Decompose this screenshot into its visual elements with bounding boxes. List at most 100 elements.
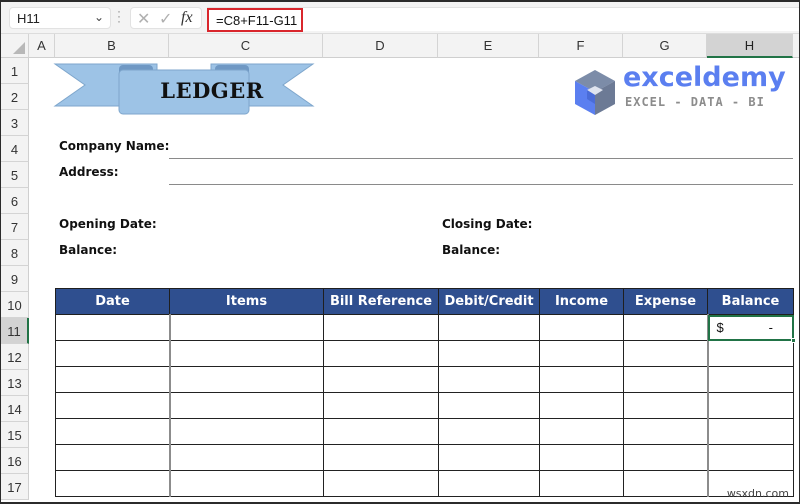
row-header-6[interactable]: 6 bbox=[1, 188, 29, 214]
row-header-9[interactable]: 9 bbox=[1, 266, 29, 292]
cell-items[interactable] bbox=[168, 470, 324, 497]
formula-bar: H11 ⌄ · · · ✕ ✓ fx =C8+F11-G11 bbox=[1, 2, 799, 34]
row-header-13[interactable]: 13 bbox=[1, 370, 29, 396]
row-header-12[interactable]: 12 bbox=[1, 344, 29, 370]
cell-date[interactable] bbox=[55, 366, 170, 393]
cell-bill-reference[interactable] bbox=[323, 340, 439, 367]
cell-balance[interactable] bbox=[706, 418, 794, 445]
cell-date[interactable] bbox=[55, 418, 170, 445]
cell-balance[interactable] bbox=[706, 392, 794, 419]
closing-balance-label: Balance: bbox=[442, 243, 501, 257]
column-header-f[interactable]: F bbox=[539, 34, 623, 58]
row-header-10[interactable]: 10 bbox=[1, 292, 29, 318]
name-box[interactable]: H11 ⌄ bbox=[9, 7, 111, 29]
name-box-value: H11 bbox=[17, 11, 40, 26]
column-header-d[interactable]: D bbox=[323, 34, 438, 58]
cell-date[interactable] bbox=[55, 444, 170, 471]
row-header-7[interactable]: 7 bbox=[1, 214, 29, 240]
cell-bill-reference[interactable] bbox=[323, 470, 439, 497]
cell-bill-reference[interactable] bbox=[323, 418, 439, 445]
cell-expense[interactable] bbox=[623, 444, 708, 471]
ledger-title: LEDGER bbox=[160, 78, 264, 103]
row-header-1[interactable]: 1 bbox=[1, 58, 29, 84]
cell-date[interactable] bbox=[55, 340, 170, 367]
cell-debit-credit[interactable] bbox=[438, 470, 540, 497]
cell-bill-reference[interactable] bbox=[323, 314, 439, 341]
cell-balance[interactable] bbox=[706, 340, 794, 367]
header-expense: Expense bbox=[623, 288, 708, 315]
cell-income[interactable] bbox=[539, 314, 624, 341]
cancel-icon[interactable]: ✕ bbox=[137, 9, 150, 29]
row-header-4[interactable]: 4 bbox=[1, 136, 29, 162]
table-row bbox=[55, 340, 794, 367]
cell-expense[interactable] bbox=[623, 418, 708, 445]
column-header-b[interactable]: B bbox=[55, 34, 169, 58]
column-header-c[interactable]: C bbox=[169, 34, 323, 58]
row-header-16[interactable]: 16 bbox=[1, 448, 29, 474]
cell-debit-credit[interactable] bbox=[438, 366, 540, 393]
row-header-5[interactable]: 5 bbox=[1, 162, 29, 188]
cell-debit-credit[interactable] bbox=[438, 314, 540, 341]
cell-date[interactable] bbox=[55, 392, 170, 419]
fill-handle[interactable] bbox=[791, 338, 796, 343]
cell-bill-reference[interactable] bbox=[323, 366, 439, 393]
insert-function-icon[interactable]: fx bbox=[181, 9, 193, 27]
cell-debit-credit[interactable] bbox=[438, 444, 540, 471]
cell-items[interactable] bbox=[168, 366, 324, 393]
table-row bbox=[55, 470, 794, 497]
cell-income[interactable] bbox=[539, 418, 624, 445]
cell-bill-reference[interactable] bbox=[323, 392, 439, 419]
cell-date[interactable] bbox=[55, 314, 170, 341]
row-header-2[interactable]: 2 bbox=[1, 84, 29, 110]
cell-expense[interactable] bbox=[623, 470, 708, 497]
cell-expense[interactable] bbox=[623, 340, 708, 367]
cell-items[interactable] bbox=[168, 392, 324, 419]
logo-cube-icon bbox=[575, 70, 615, 115]
ledger-table: Date Items Bill Reference Debit/Credit I… bbox=[55, 288, 796, 497]
more-options-icon[interactable]: · · · bbox=[117, 5, 121, 27]
row-header-3[interactable]: 3 bbox=[1, 110, 29, 136]
cell-items[interactable] bbox=[168, 314, 324, 341]
closing-date-label: Closing Date: bbox=[442, 217, 533, 231]
cell-balance[interactable] bbox=[706, 366, 794, 393]
cell-debit-credit[interactable] bbox=[438, 392, 540, 419]
column-header-h[interactable]: H bbox=[707, 34, 793, 58]
active-cell-balance[interactable]: $ - bbox=[706, 314, 796, 343]
select-all-button[interactable] bbox=[1, 34, 29, 58]
column-header-e[interactable]: E bbox=[438, 34, 539, 58]
header-balance: Balance bbox=[707, 288, 794, 315]
cell-debit-credit[interactable] bbox=[438, 418, 540, 445]
row-header-15[interactable]: 15 bbox=[1, 422, 29, 448]
cell-expense[interactable] bbox=[623, 392, 708, 419]
header-debit-credit: Debit/Credit bbox=[438, 288, 540, 315]
row-header-11[interactable]: 11 bbox=[1, 318, 29, 344]
column-header-g[interactable]: G bbox=[623, 34, 707, 58]
cell-items[interactable] bbox=[168, 418, 324, 445]
row-header-14[interactable]: 14 bbox=[1, 396, 29, 422]
column-header-a[interactable]: A bbox=[29, 34, 55, 58]
cell-income[interactable] bbox=[539, 340, 624, 367]
cell-date[interactable] bbox=[55, 470, 170, 497]
cell-expense[interactable] bbox=[623, 366, 708, 393]
cell-expense[interactable] bbox=[623, 314, 708, 341]
row-header-17[interactable]: 17 bbox=[1, 474, 29, 500]
table-header-row: Date Items Bill Reference Debit/Credit I… bbox=[55, 288, 794, 315]
row-header-8[interactable]: 8 bbox=[1, 240, 29, 266]
cell-items[interactable] bbox=[168, 340, 324, 367]
enter-icon[interactable]: ✓ bbox=[159, 9, 172, 29]
cell-income[interactable] bbox=[539, 392, 624, 419]
cell-income[interactable] bbox=[539, 444, 624, 471]
header-items: Items bbox=[169, 288, 324, 315]
cell-balance[interactable] bbox=[706, 444, 794, 471]
cell-bill-reference[interactable] bbox=[323, 444, 439, 471]
chevron-down-icon[interactable]: ⌄ bbox=[94, 10, 104, 24]
address-field[interactable] bbox=[169, 184, 793, 185]
cell-income[interactable] bbox=[539, 470, 624, 497]
cell-items[interactable] bbox=[168, 444, 324, 471]
company-name-field[interactable] bbox=[169, 158, 793, 159]
formula-input[interactable]: =C8+F11-G11 bbox=[207, 7, 799, 32]
column-header-overflow bbox=[793, 34, 799, 58]
cell-income[interactable] bbox=[539, 366, 624, 393]
excel-window: H11 ⌄ · · · ✕ ✓ fx =C8+F11-G11 A B C D E F… bbox=[0, 0, 800, 504]
cell-debit-credit[interactable] bbox=[438, 340, 540, 367]
